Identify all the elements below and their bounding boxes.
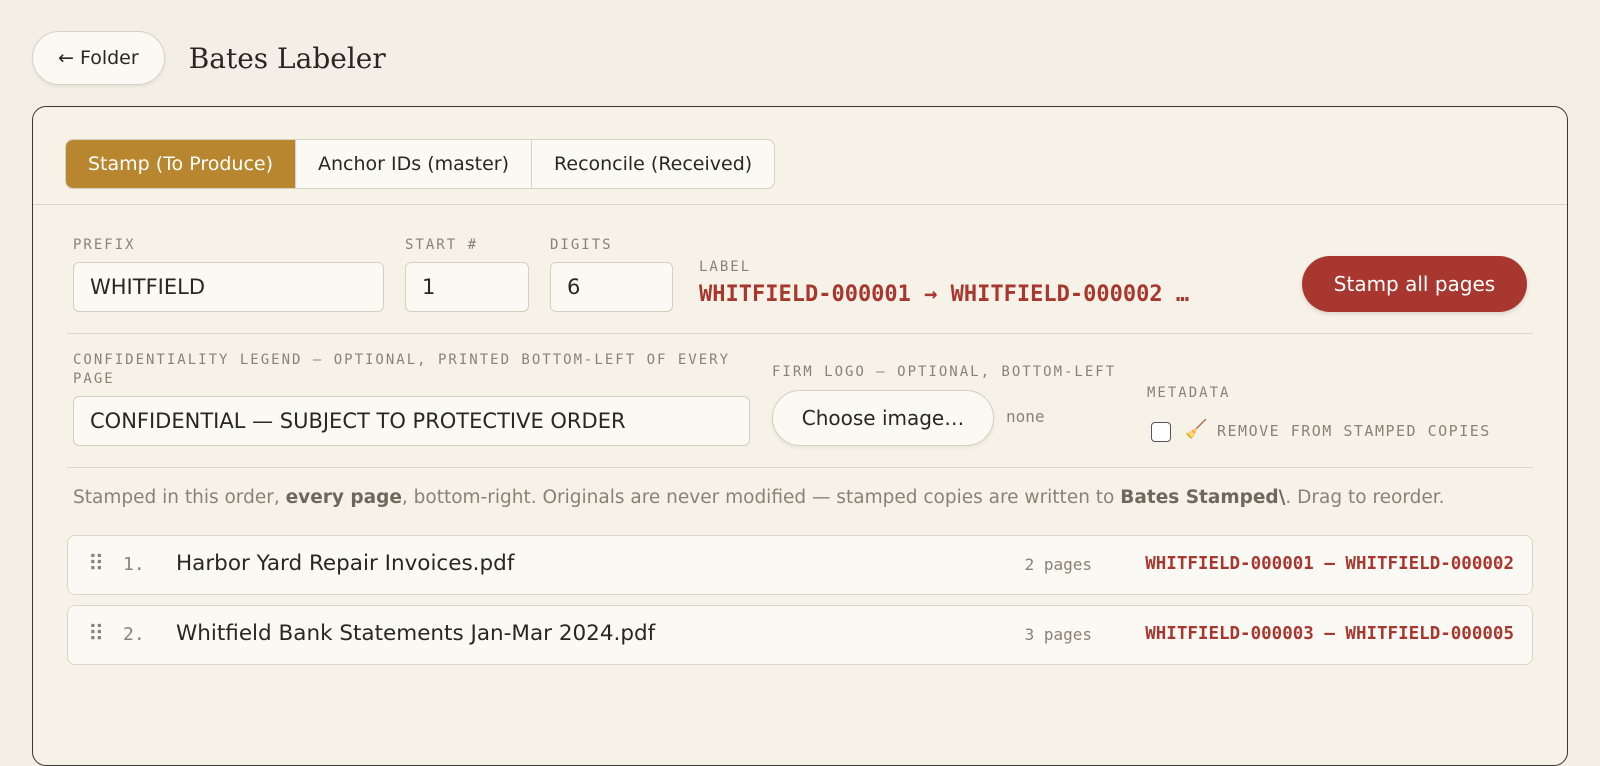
remove-metadata-checkbox[interactable] <box>1151 422 1171 442</box>
page-count: 2 pages <box>1024 555 1092 574</box>
file-row[interactable]: ⠿ 2. Whitfield Bank Statements Jan-Mar 2… <box>67 605 1533 665</box>
metadata-label: METADATA <box>1147 385 1231 401</box>
start-number-label: START # <box>405 237 479 253</box>
stamp-all-pages-button[interactable]: Stamp all pages <box>1302 256 1527 312</box>
mode-tabs: Stamp (To Produce) Anchor IDs (master) R… <box>65 139 776 189</box>
tab-divider <box>33 204 1567 205</box>
file-name: Harbor Yard Repair Invoices.pdf <box>176 551 515 576</box>
page-title: Bates Labeler <box>188 41 386 75</box>
prefix-input[interactable]: WHITFIELD <box>73 262 384 312</box>
label-preview: WHITFIELD-000001 → WHITFIELD-000002 … <box>699 282 1190 307</box>
start-number-input[interactable]: 1 <box>405 262 529 312</box>
tab-stamp[interactable]: Stamp (To Produce) <box>66 140 297 188</box>
label-preview-label: LABEL <box>699 259 752 275</box>
top-bar: ← Folder Bates Labeler <box>32 31 386 85</box>
logo-status: none <box>1006 407 1045 426</box>
digits-input[interactable]: 6 <box>550 262 673 312</box>
prefix-label: PREFIX <box>73 237 136 253</box>
main-panel: Stamp (To Produce) Anchor IDs (master) R… <box>32 106 1568 766</box>
legend-input[interactable]: CONFIDENTIAL — SUBJECT TO PROTECTIVE ORD… <box>73 396 750 446</box>
drag-handle-icon[interactable]: ⠿ <box>88 550 104 580</box>
page-count: 3 pages <box>1024 625 1092 644</box>
bates-range: WHITFIELD-000001 – WHITFIELD-000002 <box>1145 554 1514 574</box>
divider <box>67 333 1533 334</box>
back-to-folder-button[interactable]: ← Folder <box>32 31 165 85</box>
stamp-order-note: Stamped in this order, every page, botto… <box>73 487 1445 508</box>
file-index: 2. <box>123 624 145 645</box>
broom-icon: 🧹 <box>1185 419 1208 440</box>
divider <box>67 467 1533 468</box>
file-index: 1. <box>123 554 145 575</box>
tab-reconcile[interactable]: Reconcile (Received) <box>532 140 774 188</box>
digits-label: DIGITS <box>550 237 613 253</box>
remove-metadata-label[interactable]: REMOVE FROM STAMPED COPIES <box>1217 422 1491 440</box>
drag-handle-icon[interactable]: ⠿ <box>88 620 104 650</box>
logo-label: FIRM LOGO — OPTIONAL, BOTTOM-LEFT <box>772 364 1117 380</box>
legend-label: CONFIDENTIALITY LEGEND — OPTIONAL, PRINT… <box>73 352 731 387</box>
file-row[interactable]: ⠿ 1. Harbor Yard Repair Invoices.pdf 2 p… <box>67 535 1533 595</box>
choose-image-button[interactable]: Choose image… <box>772 390 994 446</box>
bates-range: WHITFIELD-000003 – WHITFIELD-000005 <box>1145 624 1514 644</box>
tab-anchor-ids[interactable]: Anchor IDs (master) <box>296 140 533 188</box>
file-name: Whitfield Bank Statements Jan-Mar 2024.p… <box>176 621 656 646</box>
